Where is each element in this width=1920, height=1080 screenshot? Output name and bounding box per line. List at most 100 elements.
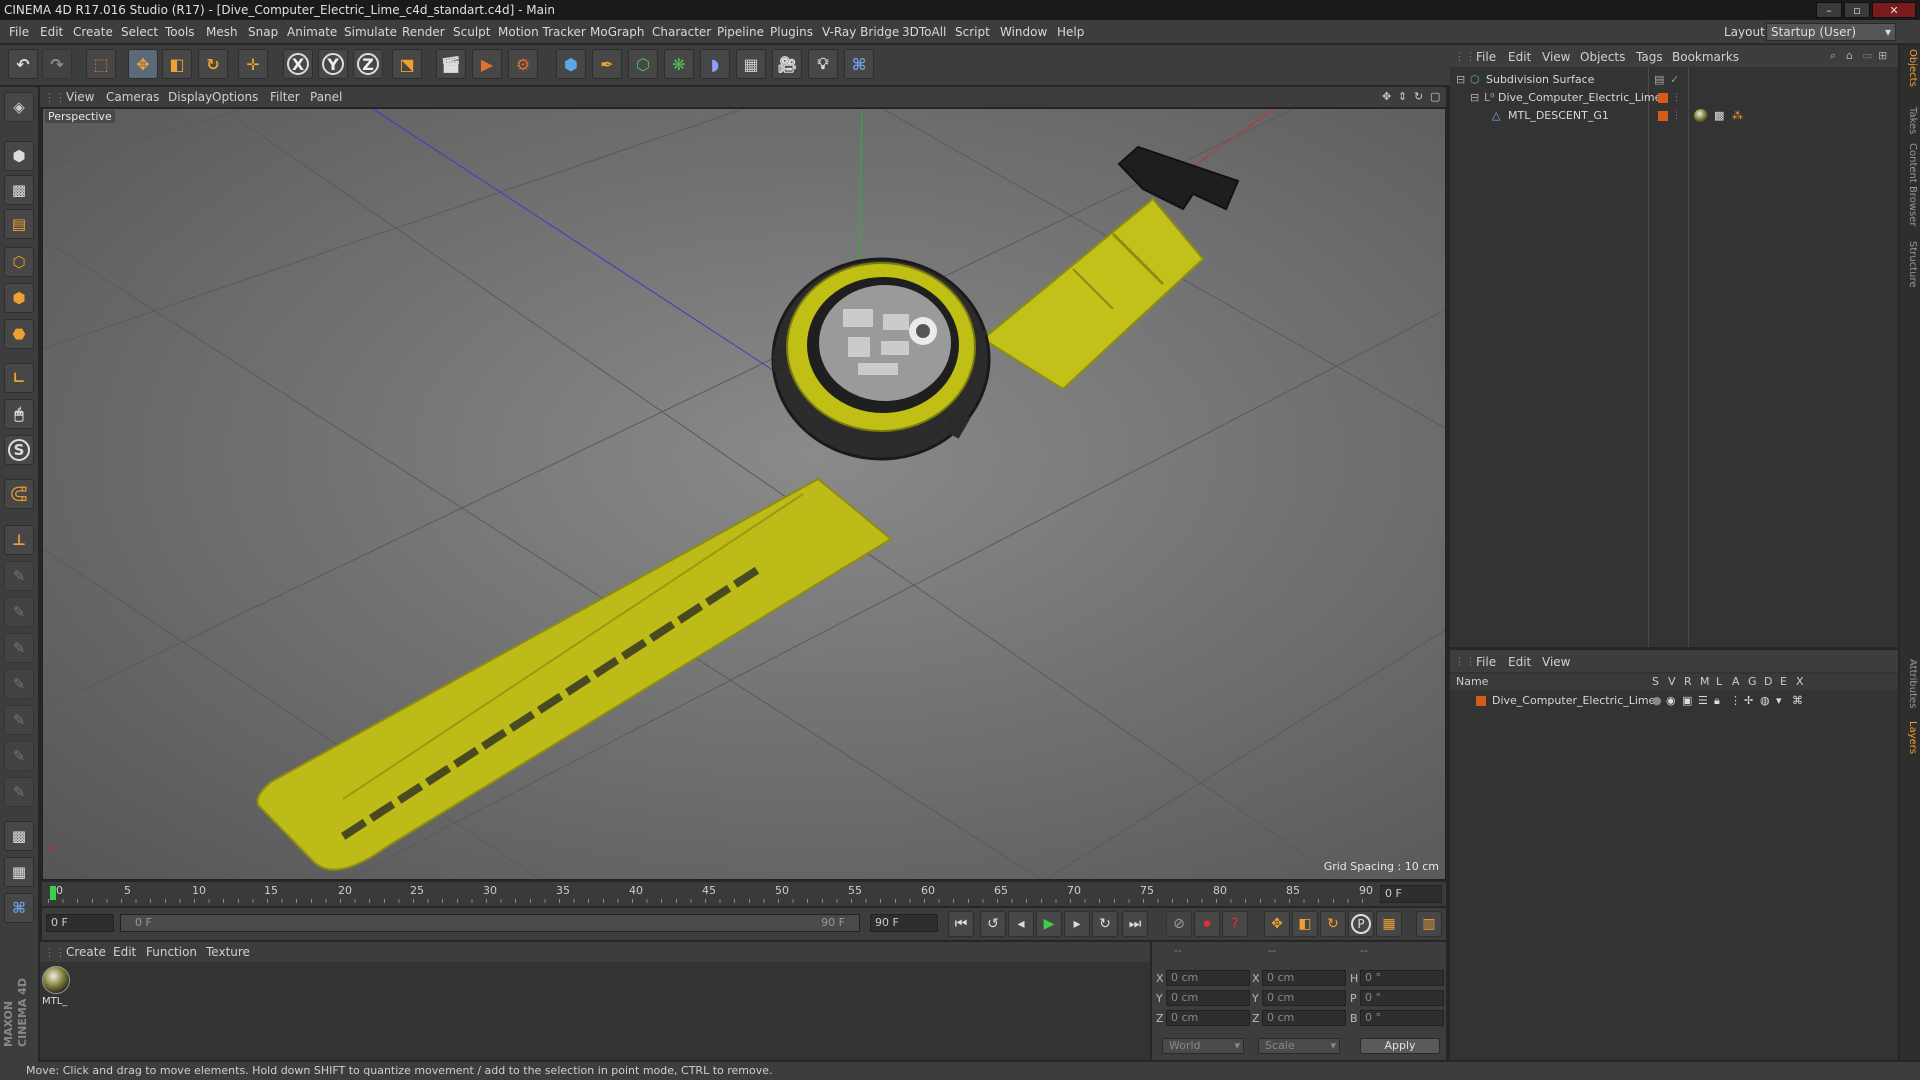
tab-objects[interactable]: Objects [1902,49,1918,87]
brush-tool-1-button[interactable]: ✎ [4,561,34,591]
render-settings-button[interactable]: ⚙ [508,49,538,79]
object-edit-check-icon[interactable]: ▤ [1654,71,1664,89]
autokey-button[interactable]: ⏺ [1194,911,1220,937]
rotation-h-field[interactable]: 0 ° [1360,970,1444,986]
apply-button[interactable]: Apply [1360,1038,1440,1054]
drag-handle-icon[interactable]: ⋮⋮ [44,91,66,104]
zoom-view-icon[interactable]: ⇕ [1398,90,1407,103]
size-x-field[interactable]: 0 cm [1262,970,1346,986]
drag-handle-icon[interactable]: ⋮⋮ [1454,655,1476,668]
column-m[interactable]: M [1700,675,1710,688]
objects-menu-view[interactable]: View [1542,50,1570,64]
workplane-axis-button[interactable]: ⊥ [4,525,34,555]
layers-menu-file[interactable]: File [1476,655,1496,669]
next-frame-button[interactable]: ▸ [1064,911,1090,937]
menu-vray-bridge[interactable]: V-Ray Bridge [822,25,899,39]
scale-tool-button[interactable]: ◧ [162,49,192,79]
model-mode-button[interactable]: ⬢ [4,141,34,171]
tab-content-browser[interactable]: Content Browser [1902,143,1918,226]
menu-select[interactable]: Select [121,25,158,39]
python-button[interactable]: ⌘ [844,49,874,79]
rotation-p-field[interactable]: 0 ° [1360,990,1444,1006]
brush-tool-3-button[interactable]: ✎ [4,633,34,663]
size-mode-select[interactable]: Scale ▾ [1258,1038,1340,1054]
layer-color-swatch[interactable] [1658,93,1668,103]
key-scale-button[interactable]: ◧ [1292,911,1318,937]
material-manager-area[interactable]: MTL_ [40,962,1150,1060]
undo-button[interactable]: ↶ [8,49,38,79]
key-position-button[interactable]: ✥ [1264,911,1290,937]
viewport-menu-filter[interactable]: Filter [270,90,300,104]
object-row-mtl-descent[interactable]: △ MTL_DESCENT_G1 ⋮ ▩ ⁂ [1450,107,1898,125]
layers-menu-edit[interactable]: Edit [1508,655,1531,669]
render-picture-viewer-button[interactable]: ▶ [472,49,502,79]
animation-icon[interactable]: ⋮ [1730,692,1741,710]
tab-takes[interactable]: Takes [1902,107,1918,134]
go-to-end-button[interactable]: ⏭ [1122,911,1148,937]
collapse-toggle-icon[interactable]: ⊟ [1470,89,1479,107]
keyframe-selection-button[interactable]: ? [1222,911,1248,937]
position-y-field[interactable]: 0 cm [1166,990,1250,1006]
menu-pipeline[interactable]: Pipeline [717,25,764,39]
deformers-icon[interactable]: ◍ [1760,692,1770,710]
material-tag-icon[interactable] [1694,109,1708,123]
mograph-cloner-button[interactable]: ❋ [664,49,694,79]
start-frame-field[interactable]: 0 F [46,914,114,932]
timeline-window-button[interactable]: ▥ [1416,911,1442,937]
rotate-view-icon[interactable]: ↻ [1414,90,1423,103]
key-pla-button[interactable]: ▦ [1376,911,1402,937]
play-button[interactable]: ▶ [1036,911,1062,937]
render-view-button[interactable]: 🎬︎ [436,49,466,79]
column-name[interactable]: Name [1456,675,1488,688]
menu-simulate[interactable]: Simulate [344,25,397,39]
menu-motion-tracker[interactable]: Motion Tracker [498,25,586,39]
rotation-b-field[interactable]: 0 ° [1360,1010,1444,1026]
material-menu-texture[interactable]: Texture [206,945,250,959]
record-keys-button[interactable]: ⊘ [1166,911,1192,937]
column-g[interactable]: G [1748,675,1757,688]
close-button[interactable]: ✕ [1872,2,1916,18]
lock-icon[interactable]: 🔒︎ [1714,692,1720,710]
viewport-menu-panel[interactable]: Panel [310,90,342,104]
menu-mograph[interactable]: MoGraph [590,25,645,39]
spline-pen-button[interactable]: ✒ [592,49,622,79]
objects-menu-edit[interactable]: Edit [1508,50,1531,64]
menu-3dtoall[interactable]: 3DToAll [902,25,946,39]
solo-icon[interactable]: ● [1652,692,1662,710]
collapse-toggle-icon[interactable]: ⊟ [1456,71,1465,89]
layer-color-swatch[interactable] [1658,111,1668,121]
menu-help[interactable]: Help [1057,25,1084,39]
frame-range-slider[interactable]: 0 F 90 F [120,914,860,932]
workplane-mode-button[interactable]: ▤ [4,209,34,239]
brush-tool-7-button[interactable]: ✎ [4,777,34,807]
filter-icon[interactable]: ▭ [1862,49,1872,62]
material-item[interactable]: MTL_ [42,966,72,1010]
viewport-menu-options[interactable]: Options [212,90,258,104]
texture-tag-icon[interactable]: ▩ [1714,107,1724,125]
transform-tool-button[interactable]: ✛ [238,49,268,79]
maximize-button[interactable]: ▫ [1844,2,1870,18]
menu-render[interactable]: Render [402,25,445,39]
lock-workplane-button[interactable]: ▩ [4,821,34,851]
visibility-dots-icon[interactable]: ⋮ [1672,107,1681,125]
maximize-view-icon[interactable]: ▢ [1430,90,1440,103]
position-z-field[interactable]: 0 cm [1166,1010,1250,1026]
render-icon[interactable]: ▣ [1682,692,1692,710]
column-e[interactable]: E [1780,675,1787,688]
layout-select[interactable]: Startup (User) ▾ [1766,23,1896,41]
grid-snap-button[interactable]: ▦ [4,857,34,887]
timeline-ruler[interactable]: 0 5 10 15 20 25 30 35 40 45 50 55 60 65 … [42,882,1446,906]
menu-edit[interactable]: Edit [40,25,63,39]
tweak-mode-button[interactable]: 🖱︎ [4,399,34,429]
brush-tool-4-button[interactable]: ✎ [4,669,34,699]
column-a[interactable]: A [1732,675,1740,688]
object-row-subdivision[interactable]: ⊟ ⬡ Subdivision Surface ▤ ✓ [1450,71,1898,89]
menu-plugins[interactable]: Plugins [770,25,813,39]
live-selection-button[interactable]: ⬚ [86,49,116,79]
cube-button[interactable]: ⬢ [556,49,586,79]
menu-character[interactable]: Character [652,25,711,39]
brush-tool-6-button[interactable]: ✎ [4,741,34,771]
view-eye-icon[interactable]: ◉ [1666,692,1676,710]
menu-window[interactable]: Window [1000,25,1047,39]
material-menu-edit[interactable]: Edit [113,945,136,959]
